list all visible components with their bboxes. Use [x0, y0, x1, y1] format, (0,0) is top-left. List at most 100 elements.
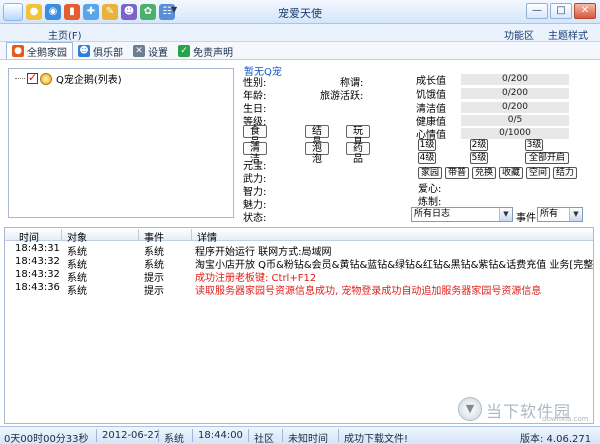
menu-home[interactable]: 主页(F) — [48, 27, 82, 42]
stat-growth-bar: 0/200 — [461, 74, 569, 85]
status-version: 版本: 4.06.271 — [520, 434, 592, 444]
status-community[interactable]: 社区 — [254, 430, 274, 444]
pet-icon — [40, 72, 52, 85]
club-icon: ☻ — [78, 45, 90, 57]
title-bar: ● ◉ ▮ ✚ ✎ ☻ ✿ ☷ ▼ 宠爱天使 — □ ✕ — [0, 0, 600, 24]
minimize-button[interactable]: — — [526, 3, 548, 19]
tab-bar: ● 全鹅家园 ☻ 俱乐部 ✕ 设置 ✓ 免责声明 — [0, 42, 600, 60]
stats-panel: 成长值 0/200 饥饿值 0/200 清洁值 0/200 健康值 0/5 心情… — [412, 68, 580, 208]
tab-settings[interactable]: ✕ 设置 — [128, 43, 173, 59]
watermark-logo-icon: ▼ — [458, 397, 482, 421]
status-divider — [282, 429, 283, 442]
log-type-value: 所有日志 — [414, 209, 451, 219]
close-button[interactable]: ✕ — [574, 3, 596, 19]
table-row[interactable]: 18:43:36 系统 提示 读取服务器家园号资源信息成功, 宠物登录成功自动追… — [5, 282, 593, 297]
power-button[interactable]: 结力 — [553, 167, 577, 179]
status-divider — [96, 429, 97, 442]
pet-info-panel: 暂无Q宠 性别: 称谓: 年龄: 旅游活跃: 生日: 等级: 食品 结晶 玩具 … — [238, 62, 410, 224]
food-button[interactable]: 食品 — [243, 125, 267, 148]
level-1-button[interactable]: 1级 — [418, 139, 436, 151]
status-system: 系统 — [164, 434, 184, 444]
space-button[interactable]: 空间 — [526, 167, 550, 179]
col-detail[interactable]: 详情 — [197, 229, 217, 244]
pet-tree[interactable]: Q宠企鹅(列表) — [8, 68, 234, 218]
tab-penguin-home[interactable]: ● 全鹅家园 — [6, 42, 73, 59]
penguin-icon: ● — [12, 45, 24, 57]
stat-row: 饥饿值 0/200 — [416, 86, 569, 101]
cell-time: 18:43:31 — [15, 243, 60, 254]
crystal-button[interactable]: 结晶 — [305, 125, 329, 148]
cell-event: 提示 — [144, 286, 164, 297]
stat-health-bar: 0/5 — [461, 115, 569, 126]
level-3-button[interactable]: 3级 — [525, 139, 543, 151]
tab-label: 俱乐部 — [93, 47, 123, 59]
tree-root-item[interactable]: Q宠企鹅(列表) — [15, 71, 122, 86]
stat-mood-bar: 0/1000 — [461, 128, 569, 139]
log-header: 时间 对象 事件 详情 — [5, 228, 593, 244]
tab-label: 免责声明 — [193, 47, 233, 59]
status-date: 2012-06-27 — [102, 430, 161, 441]
log-table[interactable]: 时间 对象 事件 详情 18:43:31 系统 系统 程序开始运行 联网方式:局… — [4, 227, 594, 424]
window-controls: — □ ✕ — [526, 3, 596, 19]
log-type-select[interactable]: 所有日志 ▼ — [411, 207, 513, 222]
chevron-down-icon[interactable]: ▼ — [499, 208, 512, 221]
maximize-button[interactable]: □ — [550, 3, 572, 19]
level-5-button[interactable]: 5级 — [470, 152, 488, 164]
stat-label: 饥饿值 — [416, 90, 446, 101]
tree-connector — [15, 78, 25, 79]
stat-clean-bar: 0/200 — [461, 102, 569, 113]
level-2-button[interactable]: 2级 — [470, 139, 488, 151]
cell-time: 18:43:36 — [15, 282, 60, 293]
tab-label: 设置 — [148, 47, 168, 59]
tab-disclaimer[interactable]: ✓ 免责声明 — [173, 43, 238, 59]
column-divider[interactable] — [138, 229, 139, 240]
disclaimer-icon: ✓ — [178, 45, 190, 57]
status-unknown-time: 未知时间 — [288, 434, 328, 444]
status-divider — [248, 429, 249, 442]
table-row[interactable]: 18:43:31 系统 系统 程序开始运行 联网方式:局域网 — [5, 243, 593, 258]
col-event[interactable]: 事件 — [144, 229, 164, 244]
level-4-button[interactable]: 4级 — [418, 152, 436, 164]
tab-club[interactable]: ☻ 俱乐部 — [73, 43, 128, 59]
column-divider[interactable] — [61, 229, 62, 240]
stat-row: 成长值 0/200 — [416, 72, 569, 87]
status-label: 状态: — [243, 213, 267, 224]
status-bar: 0天00时00分33秒 2012-06-27 系统 18:44:00 社区 未知… — [0, 426, 600, 444]
menu-function-area[interactable]: 功能区 — [504, 27, 534, 42]
cell-time: 18:43:32 — [15, 256, 60, 267]
chevron-down-icon[interactable]: ▼ — [569, 208, 582, 221]
table-row[interactable]: 18:43:32 系统 提示 成功注册老板键: Ctrl+F12 — [5, 269, 593, 284]
status-divider — [192, 429, 193, 442]
stat-hunger-bar: 0/200 — [461, 88, 569, 99]
cell-time: 18:43:32 — [15, 269, 60, 280]
refine-label: 炼制: — [418, 197, 442, 208]
bring-button[interactable]: 带普 — [445, 167, 469, 179]
stat-row: 心情值 0/1000 — [416, 126, 569, 141]
event-select[interactable]: 所有 ▼ — [537, 207, 583, 222]
col-time[interactable]: 时间 — [19, 229, 39, 244]
bubble-button[interactable]: 泡泡 — [305, 142, 329, 165]
cell-detail: 读取服务器家园号资源信息成功, 宠物登录成功自动追加服务器家园号资源信息 — [195, 286, 542, 297]
wrench-icon: ✕ — [133, 45, 145, 57]
cell-object: 系统 — [67, 286, 87, 297]
tree-root-label: Q宠企鹅(列表) — [56, 75, 122, 86]
col-object[interactable]: 对象 — [67, 229, 87, 244]
status-divider — [158, 429, 159, 442]
all-levels-button[interactable]: 全部开启 — [525, 152, 569, 164]
tree-checkbox[interactable] — [27, 71, 38, 84]
exchange-button[interactable]: 兑换 — [472, 167, 496, 179]
status-time: 18:44:00 — [198, 430, 243, 441]
menu-theme-style[interactable]: 主题样式 — [548, 27, 588, 42]
column-divider[interactable] — [191, 229, 192, 240]
activity-label: 旅游活跃: — [320, 91, 364, 102]
toy-button[interactable]: 玩具 — [346, 125, 370, 148]
watermark-domain: downxia.com — [542, 415, 589, 423]
watermark: ▼ 当下软件园 downxia.com — [458, 397, 594, 423]
collect-button[interactable]: 收藏 — [499, 167, 523, 179]
medicine-button[interactable]: 药品 — [346, 142, 370, 165]
table-row[interactable]: 18:43:32 系统 系统 淘宝小店开放 Q币&粉钻&会员&黄钻&蓝钻&绿钻&… — [5, 256, 593, 271]
stat-label: 成长值 — [416, 76, 446, 87]
home-button[interactable]: 家园 — [418, 167, 442, 179]
clean-button[interactable]: 清洁 — [243, 142, 267, 165]
status-uptime: 0天00时00分33秒 — [4, 434, 89, 444]
